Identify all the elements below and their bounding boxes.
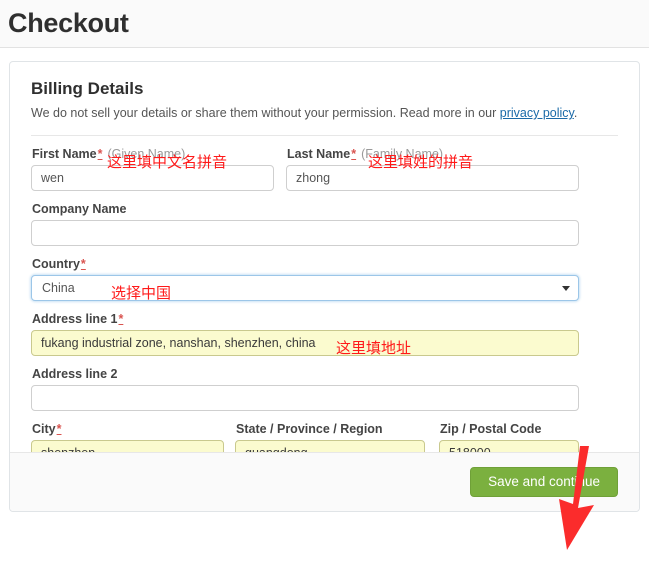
section-description-text: We do not sell your details or share the… <box>31 106 500 120</box>
section-description-period: . <box>573 106 578 120</box>
chevron-down-icon <box>562 285 570 291</box>
field-last-name: Last Name*(Family Name) 这里填姓的拼音 <box>286 147 579 191</box>
city-label-text: City <box>32 421 56 436</box>
city-label: City* <box>32 422 224 436</box>
country-selected-value: China <box>42 280 75 295</box>
address-line-2-input[interactable] <box>31 384 579 411</box>
zip-label: Zip / Postal Code <box>440 421 542 436</box>
last-name-label-text: Last Name <box>287 146 351 161</box>
last-name-hint: (Family Name) <box>361 146 444 161</box>
card-body: Billing Details We do not sell your deta… <box>10 62 639 477</box>
field-address-line-2: Address line 2 <box>31 367 579 411</box>
field-country: Country* China 选择中国 <box>31 257 579 302</box>
country-label: Country* <box>32 257 579 271</box>
address-line-1-label-text: Address line 1 <box>32 311 118 326</box>
company-name-input[interactable] <box>31 219 579 246</box>
page-header: Checkout <box>0 0 649 48</box>
section-description: We do not sell your details or share the… <box>31 105 618 122</box>
card-footer: Save and continue <box>10 452 639 511</box>
address-line-1-input[interactable] <box>31 329 579 356</box>
field-first-name: First Name*(Given Name) 这里填中文名拼音 <box>31 147 274 191</box>
last-name-label: Last Name* (Family Name) <box>287 147 579 161</box>
first-name-input[interactable] <box>31 164 274 191</box>
company-name-label: Company Name <box>32 201 127 216</box>
address-line-2-label: Address line 2 <box>32 366 118 381</box>
field-address-line-1: Address line 1* 这里填地址 <box>31 312 579 357</box>
field-company-name: Company Name <box>31 202 579 246</box>
page-title: Checkout <box>8 8 129 38</box>
last-name-input[interactable] <box>286 164 579 191</box>
required-asterisk: * <box>80 256 86 271</box>
section-title: Billing Details <box>31 79 144 98</box>
first-name-label: First Name* (Given Name) <box>32 147 274 161</box>
country-select[interactable]: China <box>31 274 579 301</box>
state-label: State / Province / Region <box>236 421 383 436</box>
first-name-hint: (Given Name) <box>107 146 186 161</box>
country-label-text: Country <box>32 256 80 271</box>
required-asterisk: * <box>56 421 62 436</box>
required-asterisk: * <box>118 311 124 326</box>
privacy-policy-link[interactable]: privacy policy <box>500 106 574 120</box>
name-row: First Name*(Given Name) 这里填中文名拼音 Last Na… <box>31 147 618 202</box>
billing-details-card: Billing Details We do not sell your deta… <box>9 61 640 512</box>
billing-form: First Name*(Given Name) 这里填中文名拼音 Last Na… <box>31 136 618 477</box>
address-line-1-label: Address line 1* <box>32 312 579 326</box>
first-name-label-text: First Name <box>32 146 97 161</box>
save-and-continue-button[interactable]: Save and continue <box>470 466 618 498</box>
